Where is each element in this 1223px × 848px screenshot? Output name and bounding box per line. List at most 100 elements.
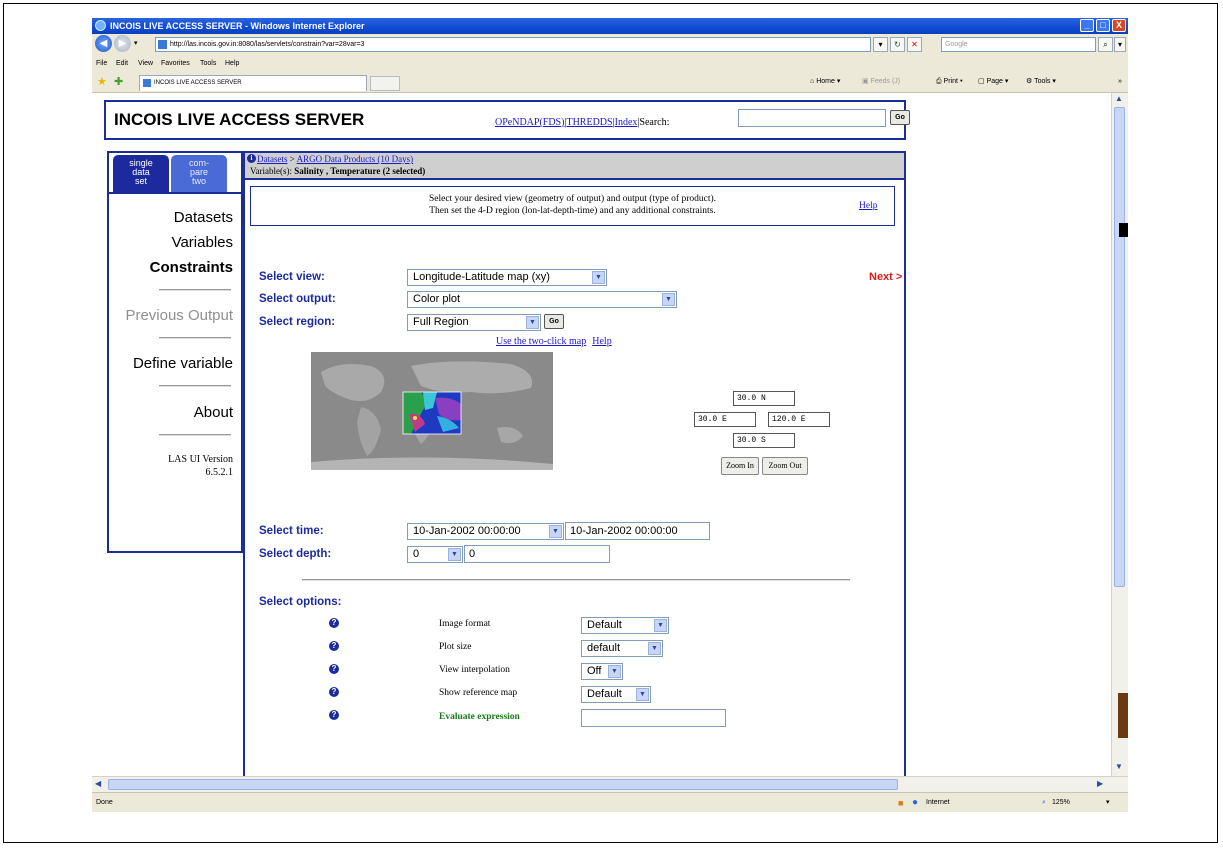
more-chevron-icon[interactable]: » bbox=[1118, 75, 1122, 89]
north-bound-input[interactable]: 30.0 N bbox=[733, 391, 795, 406]
region-go-button[interactable]: Go bbox=[544, 314, 564, 329]
tab-compare-two[interactable]: com- pare two bbox=[171, 155, 227, 192]
favorites-star-icon[interactable]: ★ bbox=[97, 75, 107, 88]
menu-file[interactable]: File bbox=[96, 56, 107, 72]
view-interpolation-value: Off bbox=[587, 665, 602, 677]
two-click-map-link[interactable]: Use the two-click map bbox=[496, 336, 586, 347]
vertical-scrollbar[interactable]: ▲ ▼ bbox=[1111, 93, 1128, 776]
next-link[interactable]: Next > bbox=[869, 271, 902, 283]
menu-tools[interactable]: Tools bbox=[200, 56, 216, 72]
scroll-right-icon[interactable]: ▶ bbox=[1097, 779, 1103, 788]
zoom-out-button[interactable]: Zoom Out bbox=[762, 457, 808, 475]
add-favorite-icon[interactable]: ✚ bbox=[114, 75, 123, 88]
help-question-icon[interactable]: ? bbox=[329, 618, 339, 628]
menu-favorites[interactable]: Favorites bbox=[161, 56, 190, 72]
breadcrumb-datasets-link[interactable]: Datasets bbox=[257, 154, 288, 164]
page-menu-button[interactable]: ▢ Page ▾ bbox=[978, 75, 1008, 89]
west-bound-input[interactable]: 30.0 E bbox=[694, 412, 756, 427]
header-go-button[interactable]: Go bbox=[890, 110, 910, 125]
search-icon[interactable]: ⌕ bbox=[1098, 37, 1113, 52]
help-question-icon[interactable]: ? bbox=[329, 641, 339, 651]
zoom-in-button[interactable]: Zoom In bbox=[721, 457, 759, 475]
zoom-magnifier-icon[interactable]: ⌕ bbox=[1042, 793, 1046, 812]
sidebar-item-about[interactable]: About bbox=[194, 404, 233, 421]
close-button[interactable]: X bbox=[1112, 19, 1126, 32]
time-start-select[interactable]: 10-Jan-2002 00:00:00 ▼ bbox=[407, 523, 564, 540]
minimize-button[interactable]: _ bbox=[1080, 19, 1094, 32]
sidebar-item-constraints[interactable]: Constraints bbox=[150, 259, 233, 276]
chevron-down-icon: ▼ bbox=[526, 316, 539, 329]
select-time-label: Select time: bbox=[259, 525, 324, 537]
world-map[interactable] bbox=[311, 352, 553, 470]
url-dropdown-icon[interactable]: ▾ bbox=[873, 37, 888, 52]
view-interpolation-select[interactable]: Off ▼ bbox=[581, 663, 623, 680]
scroll-down-icon[interactable]: ▼ bbox=[1115, 762, 1123, 771]
region-select[interactable]: Full Region ▼ bbox=[407, 314, 541, 331]
browser-tab[interactable]: INCOIS LIVE ACCESS SERVER bbox=[139, 75, 367, 91]
output-select[interactable]: Color plot ▼ bbox=[407, 291, 677, 308]
scroll-up-icon[interactable]: ▲ bbox=[1115, 94, 1123, 103]
east-bound-input[interactable]: 120.0 E bbox=[768, 412, 830, 427]
show-reference-map-label: Show reference map bbox=[439, 688, 518, 698]
zoom-dropdown-icon[interactable]: ▾ bbox=[1106, 793, 1110, 812]
section-divider bbox=[302, 579, 850, 581]
ie-logo-icon bbox=[95, 20, 106, 31]
title-bar: INCOIS LIVE ACCESS SERVER - Windows Inte… bbox=[92, 18, 1128, 34]
scrollbar-artifact bbox=[1118, 693, 1128, 738]
horizontal-scrollbar[interactable]: ◀ ▶ bbox=[92, 776, 1128, 792]
instructions-line1: Select your desired view (geometry of ou… bbox=[428, 194, 717, 204]
world-map-image bbox=[311, 352, 553, 470]
forward-button[interactable]: ▶ bbox=[114, 35, 131, 52]
zoom-level[interactable]: 125% bbox=[1052, 793, 1070, 812]
tools-menu-button[interactable]: ⚙ Tools ▾ bbox=[1026, 75, 1056, 89]
image-format-label: Image format bbox=[439, 619, 491, 629]
region-value: Full Region bbox=[413, 316, 469, 328]
version-info: LAS UI Version 6.5.2.1 bbox=[168, 453, 233, 479]
help-question-icon[interactable]: ? bbox=[329, 687, 339, 697]
menu-help[interactable]: Help bbox=[225, 56, 239, 72]
thredds-link[interactable]: THREDDS bbox=[566, 117, 612, 128]
vertical-scroll-thumb[interactable] bbox=[1114, 107, 1125, 587]
scroll-left-icon[interactable]: ◀ bbox=[95, 779, 101, 788]
url-field[interactable]: http://las.incois.gov.in:8080/las/servle… bbox=[155, 37, 871, 52]
variables-value: Salinity , Temperature (2 selected) bbox=[294, 166, 426, 176]
opendap-link[interactable]: OPeNDAP(FDS) bbox=[495, 117, 564, 128]
south-bound-input[interactable]: 30.0 S bbox=[733, 433, 795, 448]
menu-edit[interactable]: Edit bbox=[116, 56, 128, 72]
breadcrumb-dataset-link[interactable]: ARGO Data Products (10 Days) bbox=[297, 154, 413, 164]
plot-size-select[interactable]: default ▼ bbox=[581, 640, 663, 657]
home-button[interactable]: ⌂ Home ▾ bbox=[810, 75, 840, 89]
help-question-icon[interactable]: ? bbox=[329, 710, 339, 720]
depth-end-input[interactable]: 0 bbox=[464, 545, 610, 563]
view-select[interactable]: Longitude-Latitude map (xy) ▼ bbox=[407, 269, 607, 286]
search-options-icon[interactable]: ▾ bbox=[1114, 37, 1126, 52]
sidebar-item-variables[interactable]: Variables bbox=[172, 234, 233, 251]
time-end-input[interactable]: 10-Jan-2002 00:00:00 bbox=[565, 522, 710, 540]
menu-view[interactable]: View bbox=[138, 56, 153, 72]
map-help-link[interactable]: Help bbox=[592, 336, 611, 347]
sidebar-item-datasets[interactable]: Datasets bbox=[174, 209, 233, 226]
print-button[interactable]: ⎙ Print ▾ bbox=[936, 75, 963, 89]
back-button[interactable]: ◀ bbox=[95, 35, 112, 52]
history-dropdown-icon[interactable]: ▾ bbox=[134, 39, 138, 47]
feeds-button[interactable]: ▣ Feeds (J) bbox=[862, 75, 900, 89]
help-link[interactable]: Help bbox=[859, 200, 877, 212]
stop-button[interactable]: ✕ bbox=[907, 37, 922, 52]
evaluate-expression-input[interactable] bbox=[581, 709, 726, 727]
image-format-select[interactable]: Default ▼ bbox=[581, 617, 669, 634]
show-reference-map-select[interactable]: Default ▼ bbox=[581, 686, 651, 703]
refresh-button[interactable]: ↻ bbox=[890, 37, 905, 52]
sidebar-item-previous-output: Previous Output bbox=[125, 307, 233, 324]
horizontal-scroll-thumb[interactable] bbox=[108, 779, 898, 790]
new-tab-button[interactable] bbox=[370, 76, 400, 91]
select-depth-label: Select depth: bbox=[259, 548, 332, 560]
maximize-button[interactable]: □ bbox=[1096, 19, 1110, 32]
help-question-icon[interactable]: ? bbox=[329, 664, 339, 674]
search-input[interactable]: Google bbox=[941, 37, 1096, 52]
depth-start-select[interactable]: 0 ▼ bbox=[407, 546, 463, 563]
index-link[interactable]: Index bbox=[615, 117, 638, 128]
header-search-input[interactable] bbox=[738, 109, 886, 127]
instructions-line2: Then set the 4-D region (lon-lat-depth-t… bbox=[429, 206, 716, 216]
sidebar-item-define-variable[interactable]: Define variable bbox=[133, 355, 233, 372]
tab-single-data-set[interactable]: single data set bbox=[113, 155, 169, 192]
